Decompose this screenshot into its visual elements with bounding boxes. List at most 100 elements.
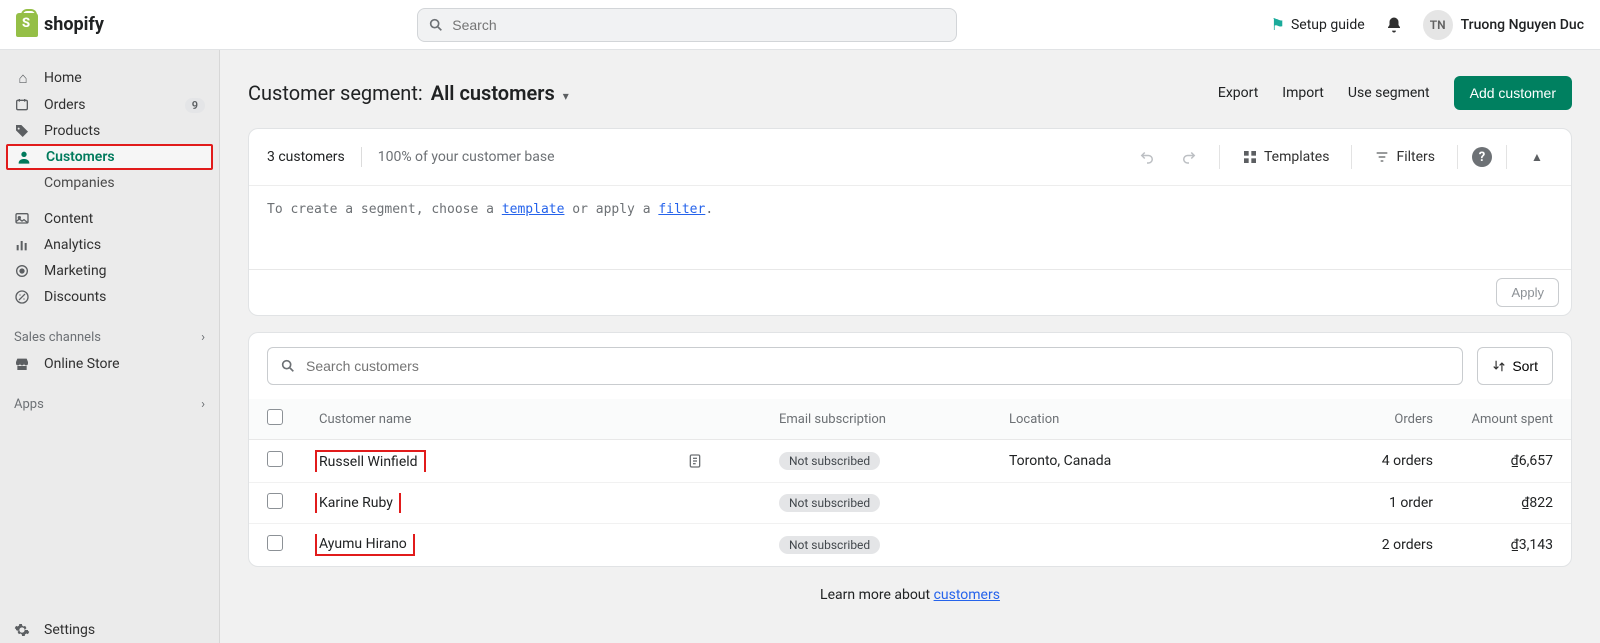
customer-name[interactable]: Ayumu Hirano — [315, 534, 415, 556]
customers-help-link[interactable]: customers — [934, 587, 1000, 603]
analytics-icon — [14, 237, 32, 253]
sidebar-item-label: Products — [44, 123, 100, 139]
caret-down-icon: ▾ — [563, 89, 569, 103]
sort-button[interactable]: Sort — [1477, 347, 1553, 385]
table-row[interactable]: Russell Winfield Not subscribed Toronto,… — [249, 440, 1571, 483]
search-icon — [428, 17, 444, 33]
sidebar-item-label: Analytics — [44, 237, 101, 253]
use-segment-button[interactable]: Use segment — [1348, 85, 1430, 101]
customers-table-card: Sort Customer name Email subscription Lo… — [248, 332, 1572, 567]
filters-button[interactable]: Filters — [1366, 143, 1443, 171]
page-header: Customer segment: All customers ▾ Export… — [248, 76, 1572, 110]
note-icon[interactable] — [687, 453, 703, 469]
sidebar: ⌂ Home Orders 9 Products Customers Compa… — [0, 50, 220, 643]
customer-count: 3 customers — [267, 149, 345, 165]
row-checkbox[interactable] — [267, 535, 283, 551]
flag-icon: ⚑ — [1271, 15, 1285, 34]
customers-table: Customer name Email subscription Locatio… — [249, 399, 1571, 566]
subscription-badge: Not subscribed — [779, 452, 880, 470]
customer-name[interactable]: Karine Ruby — [315, 493, 401, 513]
sidebar-item-online-store[interactable]: Online Store — [0, 351, 219, 377]
setup-guide-label: Setup guide — [1291, 17, 1365, 33]
table-row[interactable]: Karine Ruby Not subscribed 1 order ₫822 — [249, 483, 1571, 524]
col-header-subscription[interactable]: Email subscription — [761, 399, 991, 440]
separator — [1351, 145, 1352, 169]
sidebar-item-products[interactable]: Products — [0, 118, 219, 144]
location-cell — [991, 524, 1231, 567]
col-header-amount[interactable]: Amount spent — [1451, 399, 1571, 440]
editor-text: To create a segment, choose a — [267, 202, 502, 217]
subscription-badge: Not subscribed — [779, 536, 880, 554]
search-icon — [280, 358, 296, 374]
sidebar-item-label: Home — [44, 70, 82, 86]
sidebar-item-home[interactable]: ⌂ Home — [0, 64, 219, 92]
sidebar-item-label: Companies — [44, 175, 115, 191]
notifications-icon[interactable] — [1385, 16, 1403, 34]
import-button[interactable]: Import — [1282, 85, 1324, 101]
apply-button[interactable]: Apply — [1496, 278, 1559, 307]
global-search-input[interactable] — [452, 17, 946, 33]
select-all-checkbox[interactable] — [267, 409, 283, 425]
sidebar-item-label: Online Store — [44, 356, 120, 372]
separator — [1219, 145, 1220, 169]
main-content: Customer segment: All customers ▾ Export… — [220, 50, 1600, 643]
separator — [1457, 145, 1458, 169]
collapse-button[interactable]: ▲ — [1521, 141, 1553, 173]
filter-link[interactable]: filter — [658, 202, 705, 217]
segment-card-header: 3 customers 100% of your customer base T… — [249, 129, 1571, 186]
chevron-right-icon: › — [201, 397, 205, 412]
sidebar-item-companies[interactable]: Companies — [0, 170, 219, 196]
page-title[interactable]: Customer segment: All customers ▾ — [248, 81, 569, 105]
sort-icon — [1492, 359, 1506, 373]
user-name: Truong Nguyen Duc — [1461, 17, 1584, 33]
export-button[interactable]: Export — [1218, 85, 1258, 101]
help-icon[interactable]: ? — [1472, 147, 1492, 167]
logo[interactable]: shopify — [16, 13, 104, 37]
customer-search[interactable] — [267, 347, 1463, 385]
shopify-bag-icon — [16, 13, 38, 37]
global-search-wrap — [104, 8, 1271, 42]
sales-channels-heading[interactable]: Sales channels › — [0, 324, 219, 351]
sidebar-item-content[interactable]: Content — [0, 206, 219, 232]
row-checkbox[interactable] — [267, 493, 283, 509]
sidebar-item-discounts[interactable]: Discounts — [0, 284, 219, 310]
subscription-badge: Not subscribed — [779, 494, 880, 512]
tag-icon — [14, 123, 32, 139]
footer-text: Learn more about — [820, 587, 934, 603]
editor-text: . — [705, 202, 713, 217]
apps-heading[interactable]: Apps › — [0, 391, 219, 418]
customer-search-input[interactable] — [306, 358, 1450, 374]
base-percentage: 100% of your customer base — [378, 149, 555, 165]
separator — [1506, 145, 1507, 169]
home-icon: ⌂ — [14, 69, 32, 87]
sidebar-item-analytics[interactable]: Analytics — [0, 232, 219, 258]
page-title-value: All customers — [431, 81, 555, 105]
col-header-location[interactable]: Location — [991, 399, 1231, 440]
redo-button[interactable] — [1173, 141, 1205, 173]
sidebar-item-settings[interactable]: Settings — [0, 617, 219, 643]
table-header-row: Customer name Email subscription Locatio… — [249, 399, 1571, 440]
topbar-right: ⚑ Setup guide TN Truong Nguyen Duc — [1271, 10, 1584, 40]
templates-button[interactable]: Templates — [1234, 143, 1338, 171]
brand-text: shopify — [44, 14, 104, 35]
table-row[interactable]: Ayumu Hirano Not subscribed 2 orders ₫3,… — [249, 524, 1571, 567]
col-header-name[interactable]: Customer name — [301, 399, 761, 440]
person-icon — [16, 149, 34, 165]
user-menu[interactable]: TN Truong Nguyen Duc — [1423, 10, 1584, 40]
heading-label: Sales channels — [14, 330, 101, 345]
sidebar-item-orders[interactable]: Orders 9 — [0, 92, 219, 118]
col-header-orders[interactable]: Orders — [1231, 399, 1451, 440]
setup-guide-link[interactable]: ⚑ Setup guide — [1271, 15, 1365, 34]
templates-label: Templates — [1264, 149, 1330, 165]
sidebar-item-marketing[interactable]: Marketing — [0, 258, 219, 284]
segment-editor[interactable]: To create a segment, choose a template o… — [249, 186, 1571, 269]
segment-card-footer: Apply — [249, 269, 1571, 315]
undo-button[interactable] — [1131, 141, 1163, 173]
template-link[interactable]: template — [502, 202, 565, 217]
sidebar-item-label: Customers — [46, 149, 115, 165]
add-customer-button[interactable]: Add customer — [1454, 76, 1572, 110]
row-checkbox[interactable] — [267, 451, 283, 467]
customer-name[interactable]: Russell Winfield — [315, 450, 426, 472]
global-search[interactable] — [417, 8, 957, 42]
sidebar-item-customers[interactable]: Customers — [6, 144, 213, 170]
